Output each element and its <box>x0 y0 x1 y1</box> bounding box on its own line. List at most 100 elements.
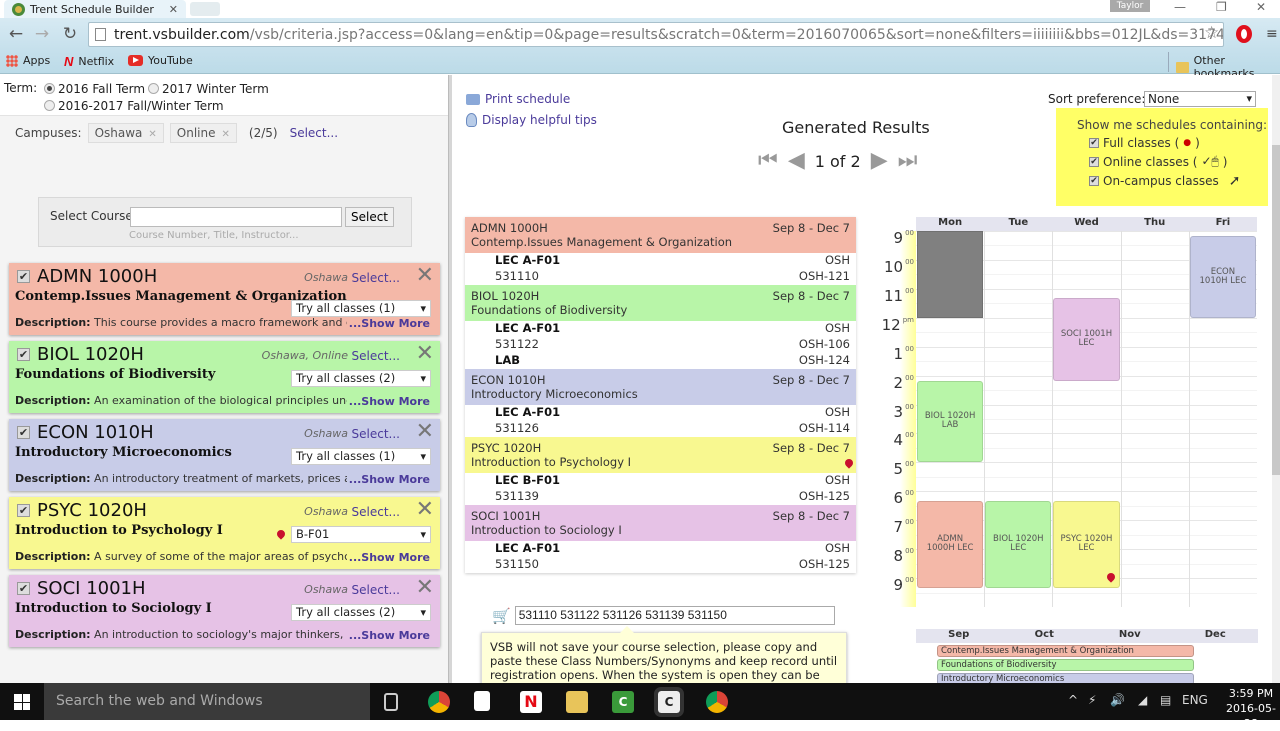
bookmark-youtube[interactable]: YouTube <box>128 54 193 67</box>
helpful-tips-link[interactable]: Display helpful tips <box>466 113 597 127</box>
result-course-header[interactable]: SOCI 1001H Introduction to Sociology I Sep… <box>465 505 856 541</box>
remove-course-icon[interactable]: ✕ <box>416 498 434 522</box>
camtasia-recorder-icon[interactable]: C <box>654 687 684 717</box>
class-section-dropdown[interactable]: Try all classes (1) <box>291 448 431 465</box>
calendar-event[interactable]: ECON 1010H LEC <box>1189 235 1256 318</box>
bookmark-netflix[interactable]: N Netflix <box>64 54 114 69</box>
radio-unselected[interactable] <box>44 100 55 111</box>
pin-icon[interactable] <box>275 528 287 540</box>
opera-extension-icon[interactable] <box>1236 25 1252 43</box>
chrome-profile-taskbar-icon[interactable] <box>706 691 728 713</box>
netflix-taskbar-icon[interactable]: N <box>520 691 542 713</box>
profile-badge[interactable]: Taylor <box>1110 0 1150 12</box>
windows-start-icon[interactable] <box>14 694 30 710</box>
last-page-icon[interactable]: ⏭ <box>898 150 918 172</box>
filter-oncampus-classes[interactable]: ✔ On-campus classes ➚ <box>1089 173 1240 189</box>
calendar-event[interactable]: BIOL 1020H LEC <box>985 500 1052 588</box>
minimize-icon[interactable]: — <box>1174 0 1186 14</box>
window-close-icon[interactable]: ✕ <box>1256 0 1266 14</box>
pin-icon[interactable] <box>1104 570 1117 583</box>
course-select-link[interactable]: Select... <box>352 427 400 441</box>
term-option-fall[interactable]: 2016 Fall Term <box>44 82 145 96</box>
back-arrow-icon[interactable]: ← <box>6 24 26 44</box>
show-more-link[interactable]: ...Show More <box>346 317 430 330</box>
next-page-icon[interactable]: ▶ <box>871 150 888 172</box>
taskbar-clock[interactable]: 3:59 PM 2016-05-28 <box>1222 686 1280 731</box>
course-select-link[interactable]: Select... <box>352 271 400 285</box>
print-schedule-link[interactable]: Print schedule <box>466 92 570 106</box>
class-section-dropdown[interactable]: Try all classes (1) <box>291 300 431 317</box>
wifi-icon[interactable]: ◢ <box>1138 693 1147 707</box>
class-section-dropdown[interactable]: B-F01 <box>291 526 431 543</box>
restore-icon[interactable]: ❐ <box>1216 0 1227 14</box>
volume-icon[interactable]: 🔊 <box>1110 693 1125 707</box>
term-option-fallwinter[interactable]: 2016-2017 Fall/Winter Term <box>44 99 224 113</box>
taskbar-search[interactable]: Search the web and Windows <box>44 683 370 720</box>
calendar-event[interactable]: ADMN 1000H LEC <box>917 500 984 588</box>
show-more-link[interactable]: ...Show More <box>346 551 430 564</box>
sort-preference-select[interactable]: None <box>1144 91 1256 107</box>
calendar-event[interactable]: BIOL 1020H LAB <box>917 380 984 463</box>
tab-close-icon[interactable]: ✕ <box>169 3 178 16</box>
show-more-link[interactable]: ...Show More <box>346 395 430 408</box>
filter-online-classes[interactable]: ✔ Online classes (✓🖱) <box>1089 154 1227 169</box>
bookmark-apps[interactable]: Apps <box>6 54 50 67</box>
scrollbar-thumb[interactable] <box>1272 145 1280 475</box>
tray-chevron-icon[interactable]: ^ <box>1068 693 1078 707</box>
power-icon[interactable]: ⚡ <box>1088 693 1096 707</box>
remove-course-icon[interactable]: ✕ <box>416 420 434 444</box>
remove-course-icon[interactable]: ✕ <box>416 264 434 288</box>
chip-remove-icon[interactable]: ✕ <box>148 129 156 140</box>
course-search-input[interactable] <box>130 207 342 227</box>
course-enabled-checkbox[interactable]: ✔ <box>17 348 30 361</box>
store-taskbar-icon[interactable] <box>474 691 490 711</box>
chip-remove-icon[interactable]: ✕ <box>222 129 230 140</box>
result-course-header[interactable]: PSYC 1020H Introduction to Psychology I Se… <box>465 437 856 473</box>
calendar-event[interactable]: SOCI 1001H LEC <box>1053 298 1120 381</box>
result-course-header[interactable]: ECON 1010H Introductory Microeconomics Sep… <box>465 369 856 405</box>
camtasia-icon[interactable]: C <box>612 691 634 713</box>
course-select-link[interactable]: Select... <box>352 505 400 519</box>
result-course-header[interactable]: ADMN 1000H Contemp.Issues Management & Or… <box>465 217 856 253</box>
checkbox-checked[interactable]: ✔ <box>1089 156 1099 167</box>
show-more-link[interactable]: ...Show More <box>346 629 430 642</box>
remove-course-icon[interactable]: ✕ <box>416 576 434 600</box>
file-explorer-icon[interactable] <box>566 691 588 713</box>
calendar-event[interactable]: PSYC 1020H LEC <box>1053 500 1120 588</box>
remove-course-icon[interactable]: ✕ <box>416 342 434 366</box>
prev-page-icon[interactable]: ◀ <box>788 150 805 172</box>
class-numbers-input[interactable]: 531110 531122 531126 531139 531150 <box>514 606 835 625</box>
browser-tab[interactable]: Trent Schedule Builder ✕ <box>4 0 186 18</box>
show-more-link[interactable]: ...Show More <box>346 473 430 486</box>
course-enabled-checkbox[interactable]: ✔ <box>17 582 30 595</box>
course-enabled-checkbox[interactable]: ✔ <box>17 270 30 283</box>
term-option-winter[interactable]: 2017 Winter Term <box>148 82 269 96</box>
address-bar[interactable]: trent.vsbuilder.com/vsb/criteria.jsp?acc… <box>88 22 1224 47</box>
select-course-button[interactable]: Select <box>345 207 394 227</box>
course-enabled-checkbox[interactable]: ✔ <box>17 504 30 517</box>
filter-full-classes[interactable]: ✔ Full classes (●) <box>1089 136 1200 150</box>
new-tab-button[interactable] <box>190 2 220 16</box>
radio-selected[interactable] <box>44 83 55 94</box>
checkbox-checked[interactable]: ✔ <box>1089 176 1099 186</box>
chrome-taskbar-icon[interactable] <box>428 691 450 713</box>
checkbox-checked[interactable]: ✔ <box>1089 138 1099 148</box>
class-section-dropdown[interactable]: Try all classes (2) <box>291 370 431 387</box>
course-enabled-checkbox[interactable]: ✔ <box>17 426 30 439</box>
notifications-icon[interactable]: ▤ <box>1160 693 1171 707</box>
campus-chip-oshawa[interactable]: Oshawa ✕ <box>87 123 164 143</box>
course-select-link[interactable]: Select... <box>352 583 400 597</box>
radio-unselected[interactable] <box>148 83 159 94</box>
class-section-dropdown[interactable]: Try all classes (2) <box>291 604 431 621</box>
first-page-icon[interactable]: ⏮ <box>758 150 778 172</box>
result-course-header[interactable]: BIOL 1020H Foundations of Biodiversity Sep… <box>465 285 856 321</box>
reload-icon[interactable]: ↻ <box>60 24 80 44</box>
language-indicator[interactable]: ENG <box>1182 693 1208 707</box>
campus-select-link[interactable]: Select... <box>290 126 338 140</box>
forward-arrow-icon[interactable]: → <box>32 24 52 44</box>
chrome-menu-icon[interactable]: ≡ <box>1266 26 1280 42</box>
blocked-time-slot[interactable] <box>917 231 984 318</box>
task-view-icon[interactable] <box>384 693 398 711</box>
campus-chip-online[interactable]: Online ✕ <box>169 123 237 143</box>
bookmark-star-icon[interactable]: ☆ <box>1204 23 1219 43</box>
